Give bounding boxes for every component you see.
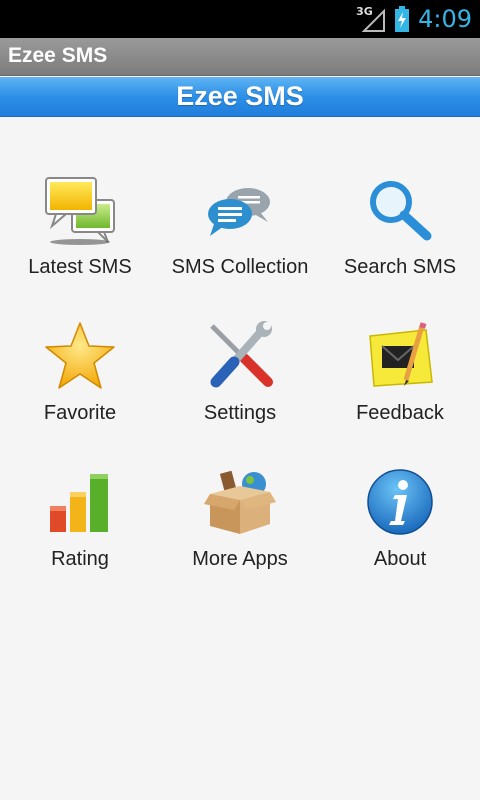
app-title: Ezee SMS bbox=[8, 44, 108, 67]
menu-grid: Latest SMS SMS Collection Search SMS Fav… bbox=[0, 160, 480, 598]
menu-label: About bbox=[373, 548, 427, 570]
info-icon bbox=[360, 462, 440, 542]
menu-label: Rating bbox=[51, 548, 109, 570]
menu-tile-search-sms[interactable]: Search SMS bbox=[320, 160, 480, 306]
menu-tile-settings[interactable]: Settings bbox=[160, 306, 320, 452]
menu-label: Search SMS bbox=[343, 256, 457, 278]
status-icons: 3G 4:09 bbox=[356, 4, 472, 34]
menu-row: Latest SMS SMS Collection Search SMS bbox=[0, 160, 480, 306]
menu-label: More Apps bbox=[192, 548, 288, 570]
menu-label: Feedback bbox=[356, 402, 444, 424]
menu-tile-latest-sms[interactable]: Latest SMS bbox=[0, 160, 160, 306]
menu-row: Favorite Settings Feedback bbox=[0, 306, 480, 452]
menu-tile-about[interactable]: About bbox=[320, 452, 480, 598]
chat-bubbles-icon bbox=[40, 170, 120, 250]
menu-tile-favorite[interactable]: Favorite bbox=[0, 306, 160, 452]
menu-label: Latest SMS bbox=[28, 256, 132, 278]
box-icon bbox=[200, 462, 280, 542]
battery-icon bbox=[395, 6, 410, 32]
network-signal: 3G bbox=[356, 5, 386, 33]
tools-icon bbox=[200, 316, 280, 396]
envelope-note-icon bbox=[360, 316, 440, 396]
bar-chart-icon bbox=[40, 462, 120, 542]
app-titlebar: Ezee SMS bbox=[0, 38, 480, 76]
menu-tile-feedback[interactable]: Feedback bbox=[320, 306, 480, 452]
menu-label: Settings bbox=[203, 402, 277, 424]
message-bubbles-icon bbox=[200, 170, 280, 250]
header-title: Ezee SMS bbox=[176, 81, 304, 111]
network-type: 3G bbox=[356, 5, 373, 18]
menu-row: Rating More Apps About bbox=[0, 452, 480, 598]
star-icon bbox=[40, 316, 120, 396]
status-bar: 3G 4:09 bbox=[0, 0, 480, 38]
menu-tile-more-apps[interactable]: More Apps bbox=[160, 452, 320, 598]
menu-label: Favorite bbox=[43, 402, 117, 424]
menu-tile-sms-collection[interactable]: SMS Collection bbox=[160, 160, 320, 306]
menu-tile-rating[interactable]: Rating bbox=[0, 452, 160, 598]
app-header: Ezee SMS bbox=[0, 77, 480, 117]
status-clock: 4:09 bbox=[418, 5, 472, 33]
menu-label: SMS Collection bbox=[171, 256, 309, 278]
magnifier-icon bbox=[360, 170, 440, 250]
